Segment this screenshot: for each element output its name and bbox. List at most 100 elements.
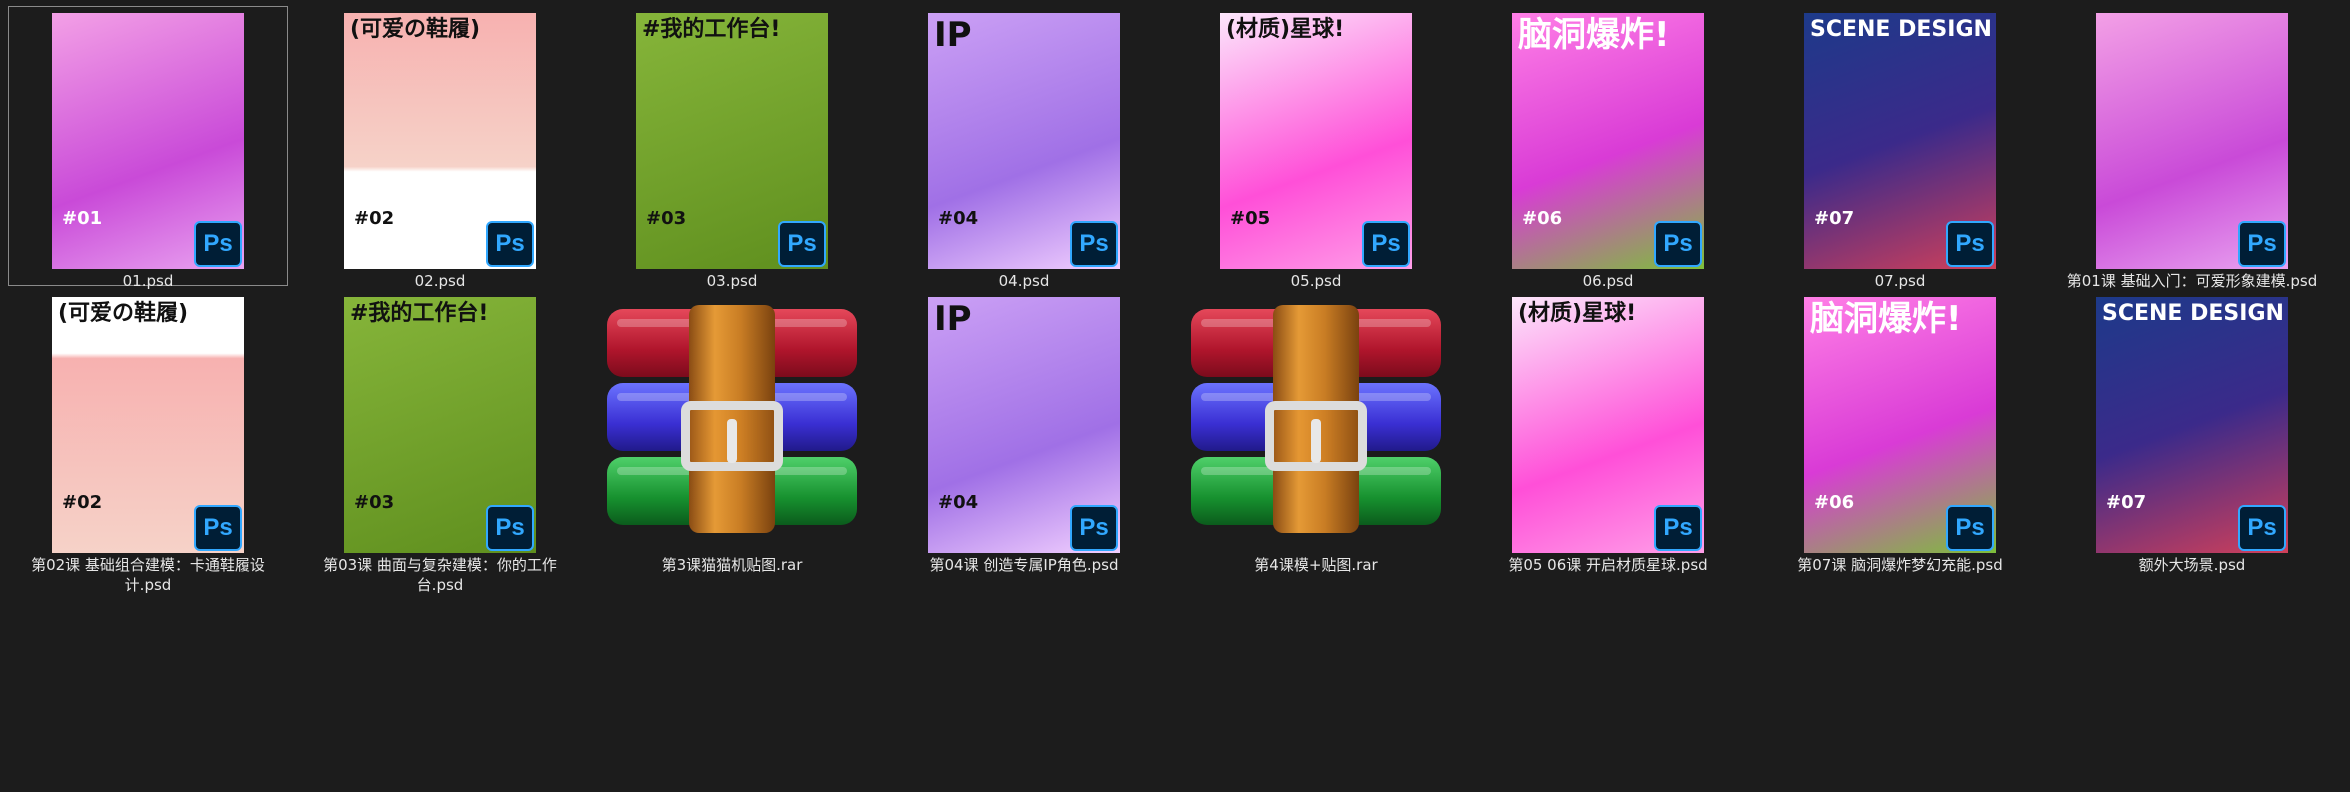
ps-file-icon: Ps: [486, 505, 534, 551]
poster-title: #我的工作台!: [350, 301, 489, 326]
ps-file-icon: Ps: [2238, 221, 2286, 267]
psd-file-item[interactable]: SCENE DESIGN #07 Ps 07.psd: [1760, 6, 2040, 290]
psd-file-item[interactable]: #我的工作台! #03 Ps 03.psd: [592, 6, 872, 290]
poster-number: #04: [938, 208, 979, 229]
poster-preview: IP #04 Ps: [928, 13, 1120, 269]
file-thumbnail: #我的工作台! #03 Ps: [593, 13, 871, 269]
psd-file-item[interactable]: #01 Ps 01.psd: [8, 6, 288, 290]
psd-file-item[interactable]: #我的工作台! #03 Ps 第03课 曲面与复杂建模：你的工作台.psd: [300, 290, 580, 594]
file-name-label: 04.psd: [998, 272, 1050, 290]
poster-title: SCENE DESIGN: [2102, 301, 2284, 326]
file-thumbnail: #我的工作台! #03 Ps: [301, 297, 579, 553]
file-thumbnail: SCENE DESIGN #07 Ps: [2053, 297, 2331, 553]
poster-number: #06: [1814, 492, 1855, 513]
poster-number: #01: [62, 208, 103, 229]
file-thumbnail: (材质)星球! Ps: [1469, 297, 1747, 553]
psd-file-item[interactable]: (可爱の鞋履) #02 Ps 02.psd: [300, 6, 580, 290]
poster-preview: (可爱の鞋履) #02 Ps: [52, 297, 244, 553]
winrar-archive-icon: [1191, 305, 1441, 533]
poster-title: SCENE DESIGN: [1810, 17, 1992, 42]
poster-preview: #我的工作台! #03 Ps: [636, 13, 828, 269]
poster-number: #02: [62, 492, 103, 513]
file-name-label: 07.psd: [1874, 272, 1926, 290]
file-thumbnail: SCENE DESIGN #07 Ps: [1761, 13, 2039, 269]
file-thumbnail: (可爱の鞋履) #02 Ps: [9, 297, 287, 553]
file-name-label: 第3课猫猫机贴图.rar: [661, 556, 803, 574]
file-thumbnail: IP #04 Ps: [885, 13, 1163, 269]
ps-file-icon: Ps: [194, 221, 242, 267]
poster-preview: SCENE DESIGN #07 Ps: [1804, 13, 1996, 269]
file-thumbnail: [593, 297, 871, 553]
file-thumbnail: 脑洞爆炸! #06 Ps: [1469, 13, 1747, 269]
file-thumbnail: #01 Ps: [9, 13, 287, 269]
poster-number: #07: [2106, 492, 2147, 513]
poster-number: #06: [1522, 208, 1563, 229]
ps-file-icon: Ps: [1070, 221, 1118, 267]
file-name-label: 05.psd: [1290, 272, 1342, 290]
file-name-label: 03.psd: [706, 272, 758, 290]
poster-number: #03: [646, 208, 687, 229]
ps-file-icon: Ps: [1654, 221, 1702, 267]
poster-title: IP: [934, 299, 972, 339]
poster-title: 脑洞爆炸!: [1810, 299, 1962, 339]
file-name-label: 第04课 创造专属IP角色.psd: [929, 556, 1119, 574]
poster-preview: (材质)星球! Ps: [1512, 297, 1704, 553]
file-name-label: 第07课 脑洞爆炸梦幻充能.psd: [1797, 556, 2003, 574]
poster-number: #02: [354, 208, 395, 229]
rar-file-item[interactable]: 第4课模+贴图.rar: [1176, 290, 1456, 574]
file-name-label: 第05 06课 开启材质星球.psd: [1508, 556, 1708, 574]
ps-file-icon: Ps: [486, 221, 534, 267]
poster-title: (材质)星球!: [1518, 301, 1637, 326]
file-name-label: 01.psd: [122, 272, 174, 290]
ps-file-icon: Ps: [1946, 505, 1994, 551]
file-name-label: 第01课 基础入门：可爱形象建模.psd: [2066, 272, 2318, 290]
ps-file-icon: Ps: [2238, 505, 2286, 551]
ps-file-icon: Ps: [778, 221, 826, 267]
ps-file-icon: Ps: [1654, 505, 1702, 551]
poster-preview: #01 Ps: [52, 13, 244, 269]
psd-file-item[interactable]: (材质)星球! Ps 第05 06课 开启材质星球.psd: [1468, 290, 1748, 574]
poster-title: (材质)星球!: [1226, 17, 1345, 42]
poster-number: #05: [1230, 208, 1271, 229]
poster-title: 脑洞爆炸!: [1518, 15, 1670, 55]
poster-preview: 脑洞爆炸! #06 Ps: [1804, 297, 1996, 553]
file-thumbnail: (可爱の鞋履) #02 Ps: [301, 13, 579, 269]
psd-file-item[interactable]: SCENE DESIGN #07 Ps 额外大场景.psd: [2052, 290, 2332, 574]
psd-file-item[interactable]: IP #04 Ps 04.psd: [884, 6, 1164, 290]
poster-preview: #我的工作台! #03 Ps: [344, 297, 536, 553]
file-thumbnail: (材质)星球! #05 Ps: [1177, 13, 1455, 269]
poster-number: #04: [938, 492, 979, 513]
file-thumbnail: IP #04 Ps: [885, 297, 1163, 553]
psd-file-item[interactable]: Ps 第01课 基础入门：可爱形象建模.psd: [2052, 6, 2332, 290]
psd-file-item[interactable]: 脑洞爆炸! #06 Ps 第07课 脑洞爆炸梦幻充能.psd: [1760, 290, 2040, 574]
ps-file-icon: Ps: [1070, 505, 1118, 551]
file-name-label: 06.psd: [1582, 272, 1634, 290]
file-name-label: 第4课模+贴图.rar: [1254, 556, 1378, 574]
poster-preview: IP #04 Ps: [928, 297, 1120, 553]
psd-file-item[interactable]: (材质)星球! #05 Ps 05.psd: [1176, 6, 1456, 290]
poster-preview: (材质)星球! #05 Ps: [1220, 13, 1412, 269]
poster-number: #07: [1814, 208, 1855, 229]
file-thumbnail: 脑洞爆炸! #06 Ps: [1761, 297, 2039, 553]
poster-preview: Ps: [2096, 13, 2288, 269]
rar-file-item[interactable]: 第3课猫猫机贴图.rar: [592, 290, 872, 574]
file-thumbnail: [1177, 297, 1455, 553]
ps-file-icon: Ps: [1946, 221, 1994, 267]
file-name-label: 第03课 曲面与复杂建模：你的工作台.psd: [323, 556, 557, 594]
file-name-label: 额外大场景.psd: [2138, 556, 2246, 574]
poster-title: (可爱の鞋履): [58, 301, 189, 326]
file-thumbnail: Ps: [2053, 13, 2331, 269]
ps-file-icon: Ps: [194, 505, 242, 551]
poster-title: IP: [934, 15, 972, 55]
poster-preview: SCENE DESIGN #07 Ps: [2096, 297, 2288, 553]
file-name-label: 第02课 基础组合建模：卡通鞋履设计.psd: [31, 556, 265, 594]
winrar-archive-icon: [607, 305, 857, 533]
poster-number: #03: [354, 492, 395, 513]
psd-file-item[interactable]: (可爱の鞋履) #02 Ps 第02课 基础组合建模：卡通鞋履设计.psd: [8, 290, 288, 594]
file-grid: #01 Ps 01.psd (可爱の鞋履) #02 Ps 02.psd #我的工作台! #03 P…: [0, 0, 2350, 792]
poster-title: #我的工作台!: [642, 17, 781, 42]
psd-file-item[interactable]: IP #04 Ps 第04课 创造专属IP角色.psd: [884, 290, 1164, 574]
poster-preview: 脑洞爆炸! #06 Ps: [1512, 13, 1704, 269]
psd-file-item[interactable]: 脑洞爆炸! #06 Ps 06.psd: [1468, 6, 1748, 290]
file-name-label: 02.psd: [414, 272, 466, 290]
